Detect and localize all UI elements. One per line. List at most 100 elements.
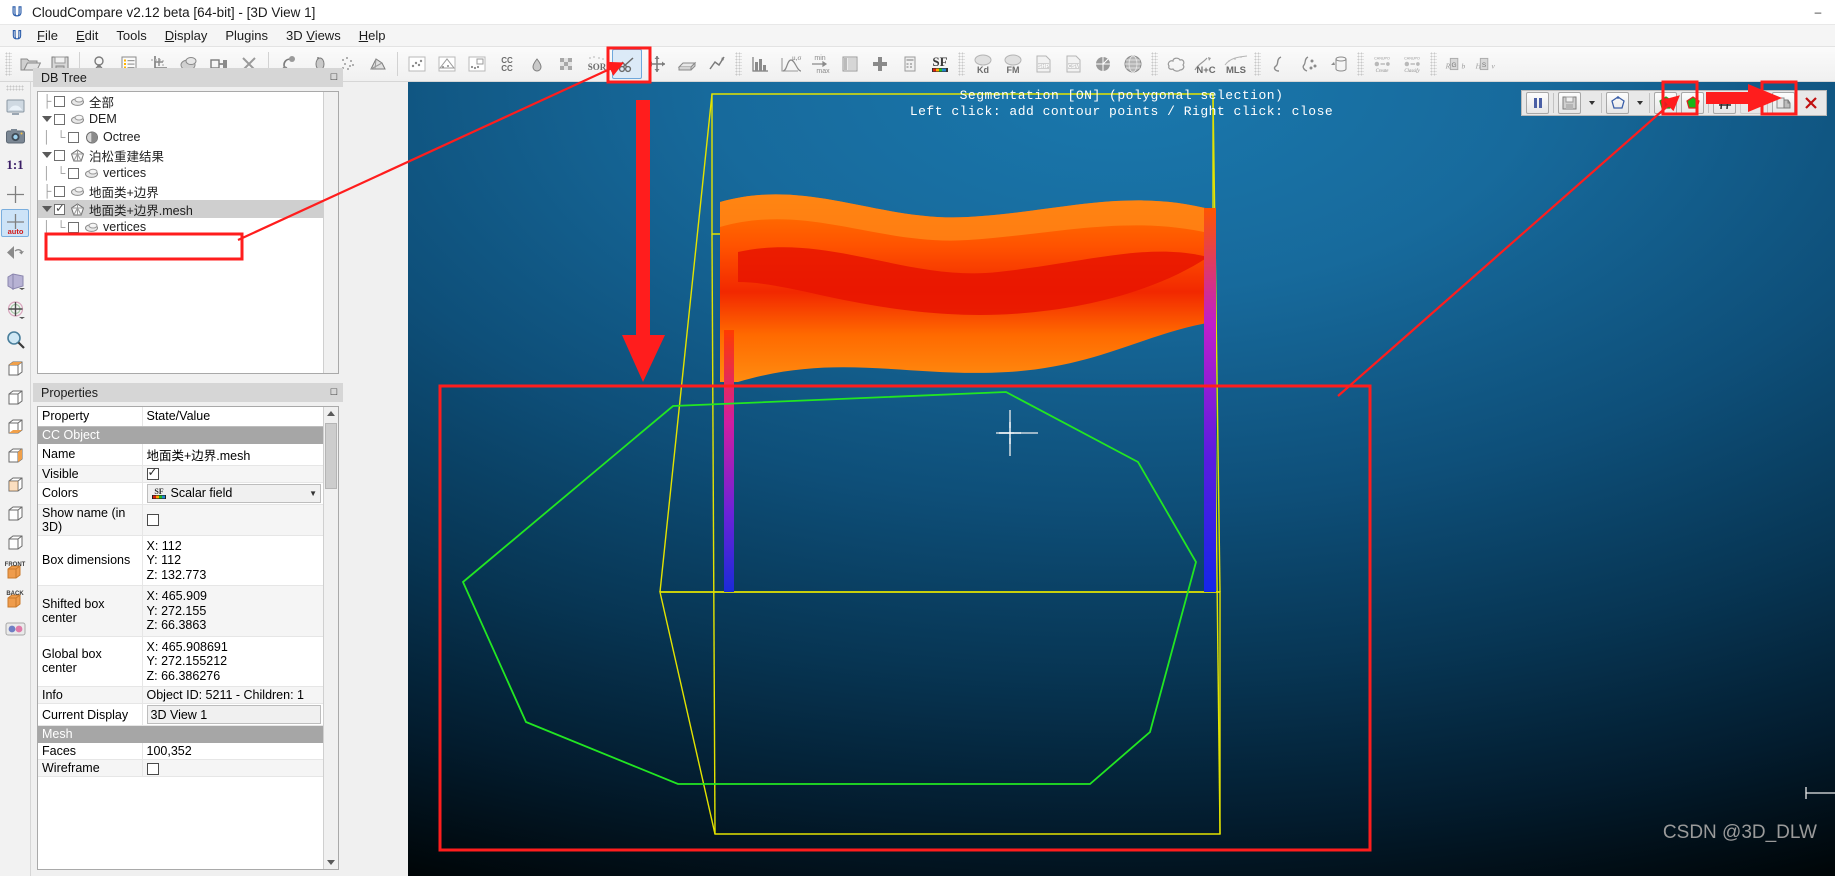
stereo-mode-icon[interactable] [1, 615, 29, 643]
view-iso2-icon[interactable] [1, 528, 29, 556]
polyline-dropdown-button[interactable] [1633, 92, 1645, 114]
menu-edit[interactable]: Edit [67, 26, 107, 45]
sor-filter-icon[interactable]: SOR [582, 49, 612, 79]
mesh-icon[interactable] [363, 49, 393, 79]
db-tree-scrollbar[interactable] [323, 92, 338, 373]
tree-item-checkbox[interactable] [54, 185, 65, 197]
tree-item-checkbox[interactable] [54, 113, 65, 125]
minimize-button[interactable]: – [1801, 0, 1835, 25]
shp-io-icon[interactable]: SHP [1028, 49, 1058, 79]
db-tree-item-0[interactable]: ├ 全部 [38, 92, 338, 110]
cancel-segmentation-button[interactable] [1799, 92, 1822, 114]
db-tree-item-6[interactable]: 地面类+边界.mesh [38, 200, 338, 218]
translate-rotate-icon[interactable] [642, 49, 672, 79]
tree-expander-icon[interactable] [40, 152, 54, 158]
toolbar-grip[interactable] [5, 52, 12, 76]
globe-icon[interactable] [1118, 49, 1148, 79]
sf-arithmetic-icon[interactable] [895, 49, 925, 79]
save-dropdown-button[interactable] [1585, 92, 1597, 114]
db-tree-item-1[interactable]: DEM [38, 110, 338, 128]
trace-polyline-icon[interactable] [702, 49, 732, 79]
mls-smooth-icon[interactable]: MLS [1221, 49, 1251, 79]
menu-3dviews[interactable]: 3D Views [277, 26, 350, 45]
property-checkbox[interactable] [146, 465, 159, 481]
view-front-icon[interactable]: FRONT [1, 557, 29, 585]
segment-out-button[interactable] [1681, 92, 1704, 114]
toolbar-grip[interactable] [735, 52, 742, 76]
toolbar-grip[interactable] [1151, 52, 1158, 76]
curve-fit-icon[interactable] [1264, 49, 1294, 79]
menu-plugins[interactable]: Plugins [216, 26, 277, 45]
surface-revolution-icon[interactable] [1324, 49, 1354, 79]
camera-projection-icon[interactable] [1, 267, 29, 295]
pick-rotation-center-icon[interactable] [1, 296, 29, 324]
kdtree-icon[interactable]: Kd [968, 49, 998, 79]
undo-button[interactable] [1740, 92, 1763, 114]
property-value-box[interactable]: 3D View 1 [146, 705, 321, 724]
tree-item-checkbox[interactable] [68, 167, 79, 179]
checker-icon[interactable] [552, 49, 582, 79]
full-screen-view-icon[interactable] [1, 93, 29, 121]
toolbar-grip[interactable] [1254, 52, 1261, 76]
scroll-up-arrow-icon[interactable] [327, 411, 335, 416]
volume-icon[interactable] [522, 49, 552, 79]
tree-item-checkbox[interactable] [68, 131, 79, 143]
segment-scissors-icon[interactable] [612, 49, 642, 79]
fit-plane-icon[interactable] [402, 49, 432, 79]
hough-normals-icon[interactable] [1088, 49, 1118, 79]
sf-gradient-icon[interactable] [835, 49, 865, 79]
scroll-down-arrow-icon[interactable] [327, 860, 335, 865]
view-top-icon[interactable] [1, 383, 29, 411]
undock-icon[interactable]: ☐ [330, 387, 338, 398]
hsv-convert-icon[interactable]: HSv [1470, 49, 1500, 79]
unroll-icon[interactable] [432, 49, 462, 79]
tree-item-checkbox[interactable] [68, 221, 79, 233]
property-combobox[interactable]: SF Scalar field ▼ [146, 483, 321, 503]
db-tree-item-2[interactable]: │ └ Octree [38, 128, 338, 146]
3d-view[interactable]: Segmentation [ON] (polygonal selection) … [408, 82, 1835, 876]
cork-boolean-icon[interactable] [1161, 49, 1191, 79]
canupo-classify-icon[interactable]: CANUPO Classify [1397, 49, 1427, 79]
menu-file[interactable]: File [28, 26, 67, 45]
toolbar-grip[interactable] [958, 52, 965, 76]
zoom-one-to-one-icon[interactable]: 1:1 [1, 151, 29, 179]
ransac-icon[interactable] [1294, 49, 1324, 79]
view-iso1-icon[interactable] [1, 499, 29, 527]
auto-pivot-icon[interactable]: auto [1, 209, 29, 237]
db-tree-item-7[interactable]: │ └ vertices [38, 218, 338, 236]
histogram-icon[interactable] [745, 49, 775, 79]
zoom-icon[interactable] [1, 325, 29, 353]
minmax-icon[interactable]: min max [805, 49, 835, 79]
tree-item-checkbox[interactable] [54, 95, 65, 107]
db-tree-item-4[interactable]: │ └ vertices [38, 164, 338, 182]
normals-curvature-icon[interactable]: N+C [1191, 49, 1221, 79]
toolbar-grip[interactable] [6, 85, 24, 91]
tree-expander-icon[interactable] [40, 116, 54, 122]
flip-view-icon[interactable] [1, 238, 29, 266]
undock-icon[interactable]: ☐ [330, 72, 338, 83]
view-bottom-icon[interactable] [1, 412, 29, 440]
property-checkbox[interactable] [146, 514, 159, 527]
view-left-icon[interactable] [1, 441, 29, 469]
section-box-icon[interactable] [672, 49, 702, 79]
tree-expander-icon[interactable] [40, 206, 54, 212]
gauss-filter-icon[interactable]: μ,σ [775, 49, 805, 79]
menu-help[interactable]: Help [350, 26, 395, 45]
property-checkbox[interactable] [146, 762, 159, 775]
razor-button[interactable] [1713, 92, 1736, 114]
csv-io-icon[interactable]: CSV [1058, 49, 1088, 79]
db-tree-item-5[interactable]: ├ 地面类+边界 [38, 182, 338, 200]
save-segmentation-button[interactable] [1558, 92, 1581, 114]
cc-cc-icon[interactable]: CC CC [492, 49, 522, 79]
menu-tools[interactable]: Tools [107, 26, 155, 45]
polyline-select-button[interactable] [1606, 92, 1629, 114]
view-back-icon[interactable]: BACK [1, 586, 29, 614]
sf-icon[interactable]: SF [925, 49, 955, 79]
compute-normals-icon[interactable] [462, 49, 492, 79]
segment-in-button[interactable] [1654, 92, 1677, 114]
set-pivot-icon[interactable] [1, 180, 29, 208]
rgb-convert-icon[interactable]: RGb [1440, 49, 1470, 79]
scroll-thumb[interactable] [325, 423, 337, 489]
bbox-default-view-icon[interactable] [1, 354, 29, 382]
pause-segmentation-button[interactable] [1526, 92, 1549, 114]
